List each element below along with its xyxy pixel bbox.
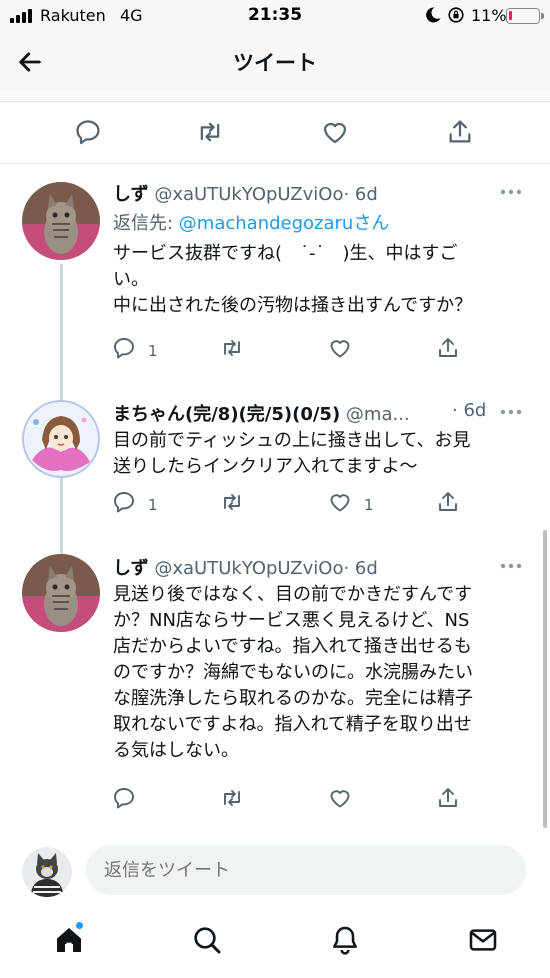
like-icon[interactable] xyxy=(328,336,352,360)
retweet-icon[interactable] xyxy=(220,786,244,810)
like-icon[interactable] xyxy=(328,786,352,810)
reply-count: 1 xyxy=(148,342,158,360)
retweet-icon[interactable] xyxy=(220,336,244,360)
like-icon[interactable] xyxy=(321,118,349,146)
reply-icon[interactable] xyxy=(112,490,136,514)
avatar[interactable] xyxy=(22,554,100,632)
anime-avatar-image xyxy=(22,400,100,478)
share-icon[interactable] xyxy=(436,336,460,360)
my-avatar xyxy=(22,847,72,897)
author-name[interactable]: しず xyxy=(113,558,149,579)
share-icon[interactable] xyxy=(446,118,474,146)
thread-line xyxy=(60,386,63,400)
tab-bar xyxy=(0,906,550,978)
reply-icon[interactable] xyxy=(112,786,136,810)
more-icon[interactable] xyxy=(500,408,522,416)
like-count: 1 xyxy=(364,496,374,514)
tweet-text: 見送り後ではなく、目の前でかきだすんです か？NN店ならサービス悪く見えるけど、… xyxy=(113,584,473,761)
author-handle[interactable]: @ma... xyxy=(346,404,410,425)
tweet-reply-3[interactable]: しず @xaUTUkYOpUZviOo· 6d 見送り後ではなく、目の前でかきだ… xyxy=(0,542,550,830)
tweet-actions: 1 1 xyxy=(0,490,550,520)
like-icon[interactable] xyxy=(328,490,352,514)
tweet-time: · 6d xyxy=(452,400,487,421)
tweet-time: · 6d xyxy=(343,184,378,205)
clock: 21:35 xyxy=(247,5,303,25)
reply-icon[interactable] xyxy=(74,118,102,146)
orientation-lock-icon xyxy=(448,7,464,23)
status-bar: Rakuten 4G 21:35 11% xyxy=(0,0,550,34)
more-icon[interactable] xyxy=(500,188,522,196)
avatar[interactable] xyxy=(22,182,100,260)
page-title: ツイート xyxy=(233,51,317,75)
battery-percent: 11% xyxy=(471,6,507,25)
reply-bar xyxy=(0,830,550,910)
scrollbar[interactable] xyxy=(543,530,547,828)
tweet-text: サービス抜群ですね( ˙-˙ )生、中はすご い。 中に出された後の汚物は掻き出… xyxy=(113,243,473,316)
share-icon[interactable] xyxy=(436,490,460,514)
tweet-actions: 1 xyxy=(0,336,550,366)
mention-link[interactable]: @machandegozaru xyxy=(179,213,354,234)
tweet-time: · 6d xyxy=(343,558,378,579)
author-name[interactable]: しず xyxy=(113,184,149,205)
author-name[interactable]: まちゃん(完/8)(完/5)(0/5) xyxy=(113,404,340,425)
reply-count: 1 xyxy=(148,496,158,514)
thread-line xyxy=(60,542,63,554)
author-handle[interactable]: @xaUTUkYOpUZviOo xyxy=(154,184,343,205)
avatar[interactable] xyxy=(22,400,100,478)
more-icon[interactable] xyxy=(500,562,522,570)
notification-dot xyxy=(76,922,83,929)
battery-icon xyxy=(506,8,544,24)
author-handle[interactable]: @xaUTUkYOpUZviOo xyxy=(154,558,343,579)
cat-avatar-image xyxy=(22,554,100,632)
thread-line xyxy=(60,264,63,386)
messages-icon[interactable] xyxy=(467,924,499,956)
search-icon[interactable] xyxy=(191,924,223,956)
cat-avatar-image xyxy=(22,847,72,897)
tweet-reply-1[interactable]: しず @xaUTUkYOpUZviOo· 6d 返信先: @machandego… xyxy=(0,164,550,386)
cat-avatar-image xyxy=(22,182,100,260)
reply-prefix: 返信先: xyxy=(113,213,179,234)
reply-suffix: さん xyxy=(353,213,390,234)
retweet-icon[interactable] xyxy=(196,118,224,146)
replying-to: 返信先: @machandegozaruさん xyxy=(113,209,389,235)
header: ツイート xyxy=(0,34,550,90)
retweet-icon[interactable] xyxy=(220,490,244,514)
tweet-text: 目の前でティッシュの上に掻き出して、お見 送りしたらインクリア入れてますよ～ xyxy=(113,430,471,477)
do-not-disturb-icon xyxy=(426,7,441,23)
main-tweet-actions xyxy=(0,102,550,162)
reply-icon[interactable] xyxy=(112,336,136,360)
tweet-reply-2[interactable]: まちゃん(完/8)(完/5)(0/5) @ma... · 6d 目の前でティッシ… xyxy=(0,386,550,542)
tweet-actions xyxy=(0,786,550,816)
notifications-icon[interactable] xyxy=(329,924,361,956)
share-icon[interactable] xyxy=(436,786,460,810)
reply-input[interactable] xyxy=(86,845,526,895)
